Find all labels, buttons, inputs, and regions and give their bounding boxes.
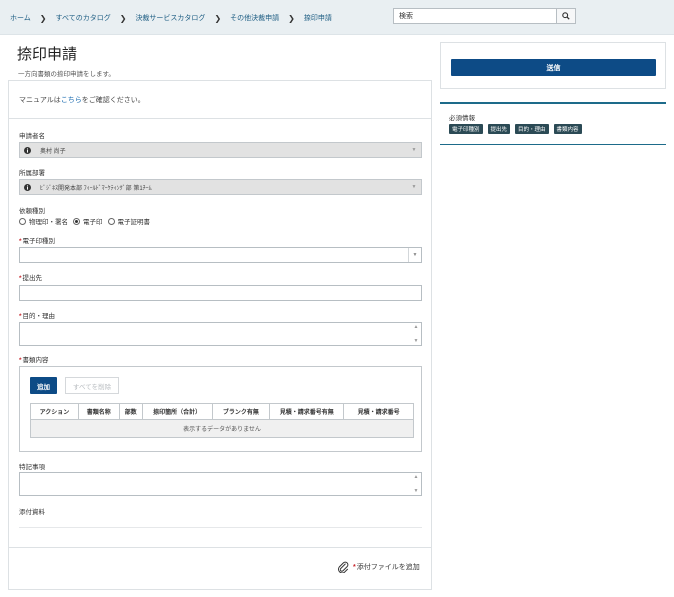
- add-attachment-button[interactable]: * 添付ファイルを追加: [337, 561, 420, 573]
- request-form: マニュアルはこちらをご確認ください。 申請者名 奥村 尚子 ▼ 所属部署 ﾋﾞｼ…: [8, 80, 432, 590]
- divider: [9, 547, 431, 548]
- attachments-label: 添付資料: [19, 509, 45, 516]
- page-title: 捺印申請: [17, 46, 78, 63]
- column-header[interactable]: 書類名称: [77, 403, 120, 420]
- radio-physical-seal-label: 物理印・署名: [29, 219, 68, 226]
- documents-box: 追加 すべてを削除 アクション 書類名称 部数 捺印箇所（合計） ブランク有無 …: [19, 366, 422, 452]
- required-mark: *: [19, 238, 22, 245]
- add-document-button[interactable]: 追加: [30, 377, 57, 394]
- info-icon: [20, 180, 34, 194]
- radio-circle[interactable]: [107, 217, 115, 225]
- breadcrumb-all-catalogs[interactable]: すべてのカタログ: [56, 13, 111, 23]
- column-header[interactable]: 部数: [118, 403, 143, 420]
- purpose-label: *目的・理由: [19, 310, 55, 320]
- breadcrumb: ホーム ❯ すべてのカタログ ❯ 決裁サービスカタログ ❯ その他決裁申請 ❯ …: [10, 13, 332, 23]
- search-icon: [562, 12, 570, 20]
- divider: [19, 527, 422, 528]
- column-header[interactable]: 見積・請求番号: [343, 403, 414, 420]
- radio-circle[interactable]: [73, 217, 80, 225]
- required-tag[interactable]: 書類内容: [553, 124, 582, 134]
- table-header-row: アクション 書類名称 部数 捺印箇所（合計） ブランク有無 見積・請求番号有無 …: [30, 403, 414, 420]
- submit-to-input[interactable]: [19, 285, 422, 301]
- column-header[interactable]: アクション: [30, 403, 79, 420]
- documents-label-text: 書類内容: [22, 357, 49, 364]
- required-tag[interactable]: 提出先: [487, 124, 511, 134]
- department-label: 所属部署: [19, 170, 45, 177]
- manual-suffix: をご確認ください。: [81, 97, 145, 104]
- department-value: ﾋﾞｼﾞﾈｽ開発本部 ﾌｨｰﾙﾄﾞﾏｰｹﾃｨﾝｸﾞ部 第1ﾁｰﾑ: [40, 185, 152, 192]
- required-tag[interactable]: 電子印種別: [449, 124, 483, 134]
- seal-type-label-text: 電子印種別: [22, 238, 56, 245]
- resize-handle[interactable]: ▲ ▼: [412, 324, 420, 344]
- breadcrumb-other-approval[interactable]: その他決裁申請: [230, 13, 279, 23]
- notes-label: 特記事項: [19, 464, 45, 471]
- divider: [9, 118, 431, 119]
- column-header[interactable]: 見積・請求番号有無: [269, 403, 345, 420]
- seal-type-label: *電子印種別: [19, 235, 55, 245]
- manual-notice: マニュアルはこちらをご確認ください。: [19, 95, 145, 105]
- search-input[interactable]: [393, 8, 557, 24]
- chevron-down-icon: ▼: [411, 184, 417, 190]
- breadcrumb-approval-catalog[interactable]: 決裁サービスカタログ: [135, 13, 205, 23]
- required-tags: 電子印種別 提出先 目的・理由 書類内容: [449, 124, 587, 134]
- required-mark: *: [19, 313, 22, 320]
- required-info-panel: 必須情報 電子印種別 提出先 目的・理由 書類内容: [440, 102, 666, 145]
- breadcrumb-current[interactable]: 捺印申請: [304, 13, 332, 23]
- required-mark: *: [19, 357, 22, 364]
- submit-button[interactable]: 送信: [451, 59, 656, 76]
- delete-all-button[interactable]: すべてを削除: [65, 377, 119, 394]
- resize-handle[interactable]: ▲ ▼: [412, 474, 420, 494]
- breadcrumb-home[interactable]: ホーム: [10, 13, 31, 23]
- required-mark: *: [353, 563, 356, 571]
- search-button[interactable]: [557, 8, 576, 24]
- manual-prefix: マニュアルは: [19, 97, 61, 104]
- required-mark: *: [19, 275, 22, 282]
- applicant-value: 奥村 尚子: [40, 148, 66, 155]
- empty-message: 表示するデータがありません: [30, 419, 414, 438]
- radio-circle[interactable]: [19, 217, 26, 225]
- paperclip-icon: [337, 561, 349, 573]
- submit-to-label: *提出先: [19, 272, 42, 282]
- documents-table: アクション 書類名称 部数 捺印箇所（合計） ブランク有無 見積・請求番号有無 …: [30, 403, 414, 438]
- chevron-down-icon[interactable]: ▼: [408, 248, 421, 262]
- chevron-right-icon: ❯: [288, 13, 295, 23]
- required-info-title: 必須情報: [449, 115, 475, 122]
- radio-electronic-seal[interactable]: 電子印: [73, 216, 103, 226]
- applicant-field: 奥村 尚子 ▼: [19, 142, 422, 158]
- add-attachment-label[interactable]: 添付ファイルを追加: [357, 562, 420, 572]
- chevron-right-icon: ❯: [214, 13, 222, 23]
- applicant-label: 申請者名: [19, 133, 45, 140]
- manual-link[interactable]: こちら: [61, 97, 82, 104]
- submit-to-label-text: 提出先: [22, 275, 43, 282]
- table-row: 表示するデータがありません: [30, 419, 414, 438]
- documents-label: *書類内容: [19, 354, 49, 364]
- required-tag[interactable]: 目的・理由: [515, 124, 549, 134]
- radio-certificate-label: 電子証明書: [117, 219, 151, 226]
- purpose-textarea[interactable]: ▲ ▼: [19, 322, 422, 346]
- top-bar: ホーム ❯ すべてのカタログ ❯ 決裁サービスカタログ ❯ その他決裁申請 ❯ …: [0, 0, 674, 35]
- seal-type-select[interactable]: ▼: [19, 247, 422, 263]
- radio-physical-seal[interactable]: 物理印・署名: [19, 216, 68, 226]
- radio-electronic-seal-label: 電子印: [83, 219, 103, 226]
- chevron-down-icon: ▼: [411, 147, 417, 153]
- request-type-radio-group: 物理印・署名 電子印 電子証明書: [19, 216, 155, 226]
- radio-certificate[interactable]: 電子証明書: [107, 216, 151, 226]
- department-field: ﾋﾞｼﾞﾈｽ開発本部 ﾌｨｰﾙﾄﾞﾏｰｹﾃｨﾝｸﾞ部 第1ﾁｰﾑ ▼: [19, 179, 422, 195]
- page-subtitle: 一方向書類の捺印申請をします。: [18, 71, 115, 78]
- request-type-label: 依頼種別: [19, 208, 45, 215]
- info-icon: [20, 143, 34, 157]
- notes-textarea[interactable]: ▲ ▼: [19, 472, 422, 496]
- submit-panel: 送信: [440, 42, 666, 89]
- column-header[interactable]: 捺印箇所（合計）: [141, 403, 213, 420]
- chevron-right-icon: ❯: [39, 13, 47, 23]
- chevron-right-icon: ❯: [119, 13, 127, 23]
- purpose-label-text: 目的・理由: [22, 313, 56, 320]
- column-header[interactable]: ブランク有無: [211, 403, 271, 420]
